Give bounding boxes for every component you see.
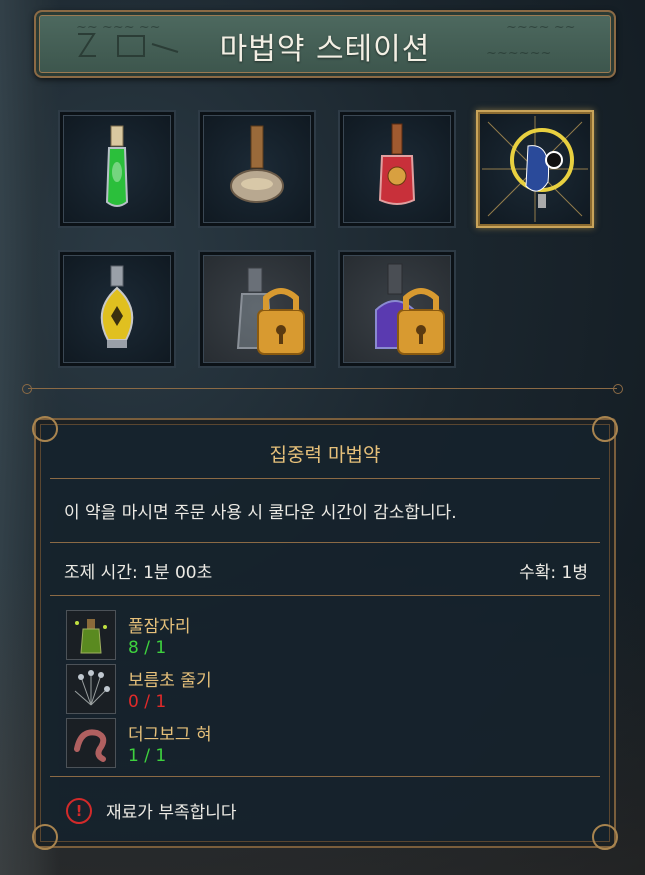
page-title: 마법약 스테이션: [219, 32, 431, 67]
potion-name: 집중력 마법약: [269, 444, 381, 466]
panel-corner-ornament: [592, 416, 618, 442]
ingredient-name: 더그보그 혀: [128, 725, 212, 745]
yellow-potion-icon: [100, 265, 134, 348]
brew-time-label: 조제 시간:: [64, 563, 138, 583]
dugbog-tongue-icon: [66, 718, 116, 768]
ingredient-name: 보름초 줄기: [128, 671, 212, 691]
green-potion-icon: [105, 125, 129, 207]
red-potion-icon: [378, 123, 416, 205]
brew-time: 조제 시간: 1분 00초: [64, 558, 212, 583]
potion-slot[interactable]: [58, 250, 176, 368]
potion-description: 이 약을 마시면 주문 사용 시 쿨다운 시간이 감소합니다.: [64, 503, 457, 523]
ingredient-count: 8 / 1: [128, 638, 167, 658]
brew-time-value: 1분 00초: [143, 563, 213, 583]
fluxweed-stem-icon: [66, 664, 116, 714]
section-divider: [22, 384, 623, 394]
title-banner: ~~ ~~~ ~~ ~~~~ ~~ ~~~~~~ 마법약 스테이션: [34, 10, 616, 78]
yield: 수확: 1병: [519, 558, 588, 583]
locked-clear-potion-icon: [236, 267, 305, 355]
warning-text: 재료가 부족합니다: [106, 803, 237, 823]
potion-detail-panel: 집중력 마법약 이 약을 마시면 주문 사용 시 쿨다운 시간이 감소합니다. …: [32, 416, 618, 850]
yield-value: 1병: [561, 563, 588, 583]
warning-icon: !: [66, 798, 92, 824]
panel-divider: [50, 542, 600, 543]
potion-slot[interactable]: [338, 110, 456, 228]
ingredient-count: 1 / 1: [128, 746, 167, 766]
yield-label: 수확:: [519, 563, 557, 583]
potion-slot-locked[interactable]: [198, 250, 316, 368]
locked-purple-potion-icon: [375, 263, 445, 355]
lacewing-fly-icon: [66, 610, 116, 660]
panel-divider: [50, 478, 600, 479]
ingredient-count: 0 / 1: [128, 692, 167, 712]
panel-divider: [50, 776, 600, 777]
panel-divider: [50, 595, 600, 596]
ingredient-name: 풀잠자리: [128, 617, 191, 637]
panel-corner-ornament: [32, 824, 58, 850]
potion-slot[interactable]: [58, 110, 176, 228]
panel-corner-ornament: [592, 824, 618, 850]
panel-corner-ornament: [32, 416, 58, 442]
focus-potion-icon: [482, 116, 588, 222]
potion-slot-selected[interactable]: [476, 110, 594, 228]
round-flask-potion-icon: [230, 125, 284, 203]
potion-slot-locked[interactable]: [338, 250, 456, 368]
potion-slot[interactable]: [198, 110, 316, 228]
